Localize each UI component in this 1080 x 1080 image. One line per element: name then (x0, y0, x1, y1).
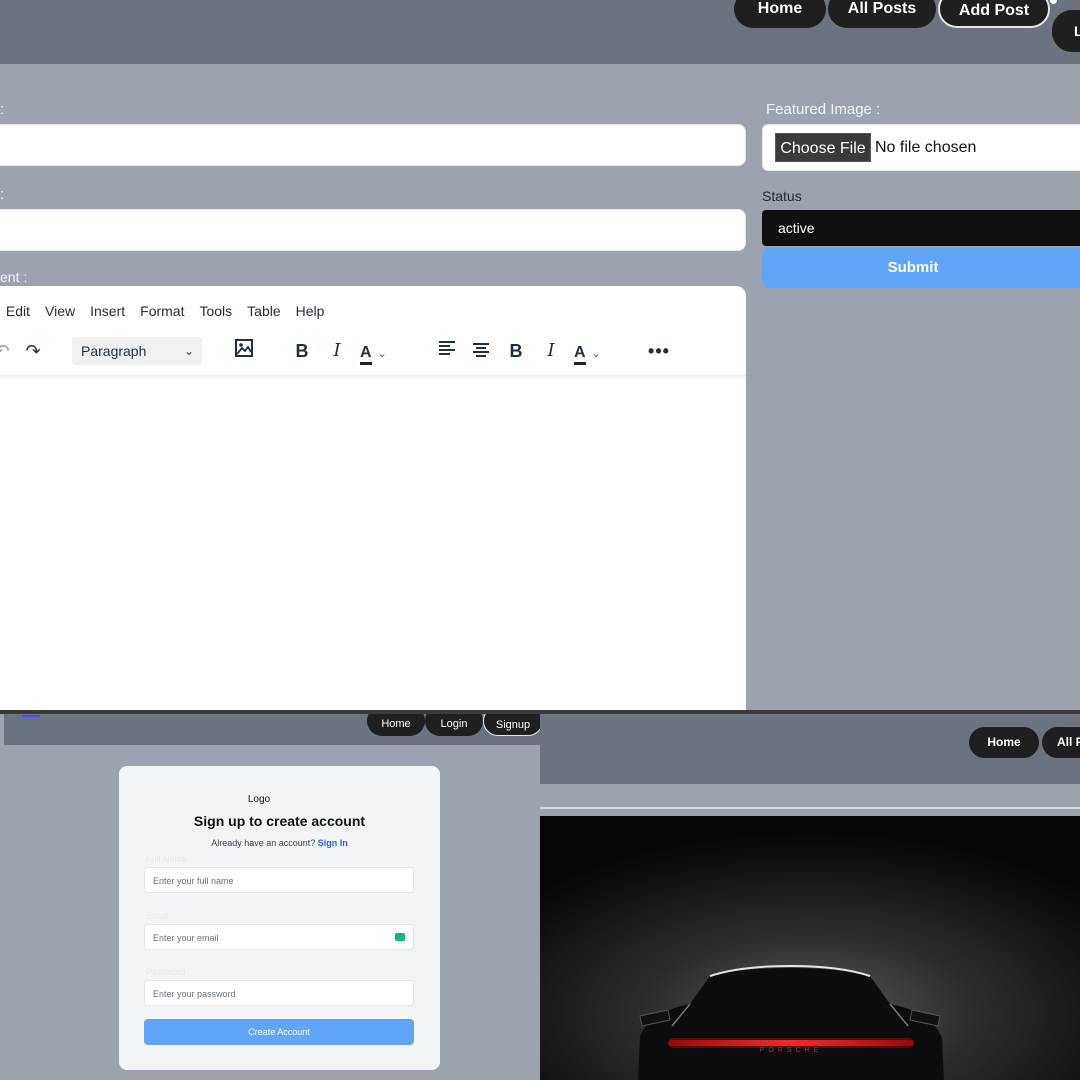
italic-icon[interactable]: I (327, 338, 347, 364)
email-input[interactable]: Enter your email (144, 924, 414, 950)
post-header: Home All P (540, 714, 1080, 784)
undo-icon[interactable]: ↶ (0, 338, 12, 364)
nav-home-button[interactable]: Home (969, 727, 1039, 758)
title-placeholder: e (0, 125, 745, 165)
email-label: Email (146, 911, 169, 921)
status-label: Status (762, 188, 802, 204)
signup-header: Home Login Signup (4, 714, 540, 745)
bold-icon[interactable]: B (292, 338, 312, 364)
nav-logout-button[interactable]: L (1052, 10, 1080, 52)
nav-login-button[interactable]: Login (425, 714, 483, 736)
password-placeholder: Enter your password (153, 989, 236, 999)
block-format-value: Paragraph (81, 343, 147, 359)
nav-all-posts-button[interactable]: All P (1042, 727, 1080, 758)
add-post-screen: Home All Posts Add Post L : e : g ent : … (0, 0, 1080, 712)
featured-car-image: PORSCHE (540, 816, 1080, 1080)
porsche-badge-text: PORSCHE (760, 1047, 823, 1054)
nav-home-button[interactable]: Home (367, 714, 425, 736)
nav-signup-label: Signup (495, 719, 531, 731)
autofill-icon[interactable] (395, 933, 405, 941)
password-label: Password (146, 967, 186, 977)
featured-image-label: Featured Image : (766, 101, 881, 118)
block-format-select[interactable]: Paragraph ⌄ (72, 337, 202, 365)
signin-prompt: Already have an account? Sign In (119, 838, 440, 848)
password-input[interactable]: Enter your password (144, 980, 414, 1006)
choose-file-button[interactable]: Choose File (775, 133, 871, 162)
editor-menubar: le Edit View Insert Format Tools Table H… (0, 300, 339, 324)
menu-view[interactable]: View (45, 300, 75, 324)
nav-all-posts-label: All Posts (847, 0, 917, 17)
nav-add-post-label: Add Post (958, 2, 1030, 19)
content-label: ent : (0, 269, 28, 285)
email-placeholder: Enter your email (153, 933, 219, 943)
menu-insert[interactable]: Insert (90, 300, 125, 324)
nav-logout-label: L (1074, 23, 1080, 39)
status-select[interactable]: active (762, 210, 1080, 246)
image-icon[interactable] (232, 338, 256, 364)
card-logo: Logo (247, 794, 271, 805)
editor-content-area[interactable] (0, 378, 746, 712)
header-divider-line (540, 807, 1080, 809)
title-label: : (0, 101, 5, 118)
nav-login-label: Login (440, 718, 468, 730)
sign-in-link[interactable]: Sign In (318, 838, 348, 848)
more-icon[interactable]: ••• (648, 338, 670, 364)
nav-add-post-button[interactable]: Add Post (938, 0, 1050, 28)
signin-prompt-text: Already have an account? (211, 838, 316, 848)
rich-text-editor[interactable]: le Edit View Insert Format Tools Table H… (0, 286, 746, 712)
menu-format[interactable]: Format (140, 300, 184, 324)
chevron-down-icon: ⌄ (183, 344, 194, 358)
signup-card: Logo Sign up to create account Already h… (119, 766, 440, 1070)
text-color-icon[interactable]: A ⌄ (360, 338, 410, 365)
nav-home-button[interactable]: Home (734, 0, 826, 28)
menu-tools[interactable]: Tools (199, 300, 232, 324)
align-left-icon[interactable] (436, 338, 458, 364)
submit-button[interactable]: Submit (762, 248, 1080, 288)
create-account-button[interactable]: Create Account (144, 1019, 414, 1045)
logo-mark (22, 715, 40, 717)
active-indicator-dot (1050, 0, 1057, 4)
menu-edit[interactable]: Edit (6, 300, 30, 324)
nav-all-posts-label: All P (1057, 735, 1080, 749)
nav-signup-button[interactable]: Signup (483, 714, 540, 736)
full-name-label: Full Name (146, 854, 188, 864)
post-view-screen: Home All P PORSCHE (540, 714, 1080, 1080)
redo-icon[interactable]: ↷ (22, 338, 44, 364)
full-name-input[interactable]: Enter your full name (144, 867, 414, 893)
full-name-placeholder: Enter your full name (153, 876, 234, 886)
featured-image-file-input[interactable]: Choose File No file chosen (762, 124, 1080, 171)
slug-placeholder: g (0, 210, 745, 250)
nav-home-label: Home (381, 718, 411, 730)
collage: Home All Posts Add Post L : e : g ent : … (0, 0, 1080, 1080)
bold-icon[interactable]: B (506, 338, 526, 364)
nav-all-posts-button[interactable]: All Posts (828, 0, 936, 28)
app-header: Home All Posts Add Post L (0, 0, 1080, 64)
slug-label: : (0, 186, 5, 203)
text-color-icon[interactable]: A ⌄ (574, 338, 624, 365)
title-input[interactable]: e (0, 124, 746, 166)
editor-toolbar: ↶ ↷ Paragraph ⌄ B I A ⌄ B I A ⌄ ••• (0, 332, 746, 376)
no-file-text: No file chosen (875, 139, 977, 156)
menu-help[interactable]: Help (296, 300, 325, 324)
nav-home-label: Home (987, 735, 1021, 749)
nav-home-label: Home (757, 0, 803, 17)
align-center-icon[interactable] (470, 338, 492, 364)
slug-input[interactable]: g (0, 209, 746, 251)
italic-icon[interactable]: I (541, 338, 561, 364)
signup-screen: Home Login Signup Logo Sign up to create… (0, 714, 540, 1080)
signup-title: Sign up to create account (193, 813, 366, 829)
menu-table[interactable]: Table (247, 300, 280, 324)
